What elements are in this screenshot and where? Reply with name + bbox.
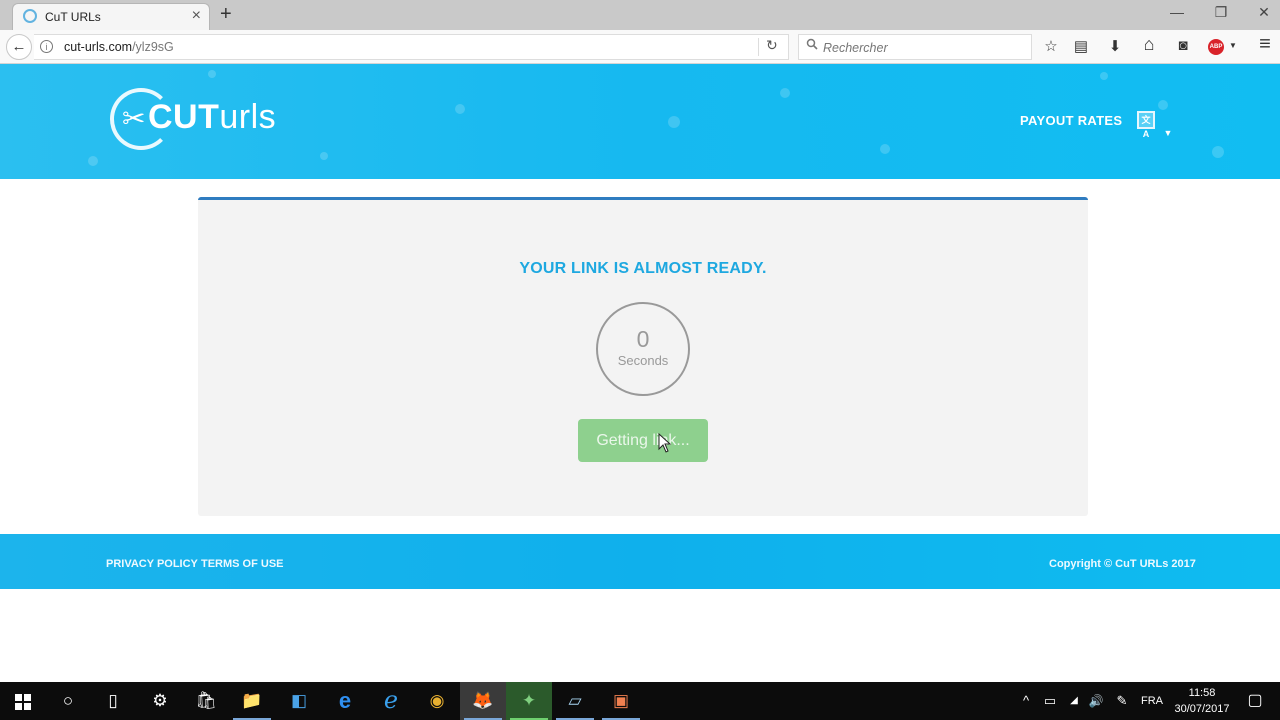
file-explorer-icon: 📁 xyxy=(241,691,263,710)
pocket-icon[interactable]: ◙ xyxy=(1173,37,1193,54)
task-view-button[interactable]: ▯ xyxy=(90,682,136,720)
close-tab-icon[interactable]: × xyxy=(192,7,201,25)
taskbar-presentation-icon[interactable]: ▣ xyxy=(598,682,644,720)
start-button[interactable] xyxy=(0,682,46,720)
decor-dot xyxy=(455,104,465,114)
volume-icon[interactable]: 🔊 xyxy=(1086,682,1106,720)
url-domain: cut-urls.com xyxy=(64,40,133,54)
download-icon[interactable]: ⬇ xyxy=(1105,37,1125,55)
language-icon: 文A xyxy=(1137,111,1155,139)
close-window-button[interactable]: ✕ xyxy=(1249,4,1279,21)
taskbar-edge-icon[interactable]: e xyxy=(322,682,368,720)
decor-dot xyxy=(780,88,790,98)
clock-date: 30/07/2017 xyxy=(1174,703,1230,715)
minimize-button[interactable]: — xyxy=(1162,4,1192,20)
decor-dot xyxy=(320,152,328,160)
payout-rates-link[interactable]: PAYOUT RATES xyxy=(1020,113,1122,128)
decor-dot xyxy=(88,156,98,166)
site-footer: PRIVACY POLICY TERMS OF USE Copyright © … xyxy=(0,534,1280,589)
address-bar[interactable]: i cut-urls.com/ylz9sG ↻ xyxy=(34,34,789,60)
new-tab-button[interactable]: + xyxy=(220,3,232,26)
taskbar-ie-icon[interactable]: ℯ xyxy=(368,682,414,720)
timer-unit: Seconds xyxy=(617,353,669,368)
taskbar-file-explorer-icon[interactable]: 📁 xyxy=(229,682,275,720)
decor-dot xyxy=(208,70,216,78)
decor-dot xyxy=(1100,72,1108,80)
back-button[interactable]: ← xyxy=(6,34,32,60)
language-indicator[interactable]: FRA xyxy=(1138,682,1166,720)
download-manager-icon: ✦ xyxy=(521,691,537,710)
windows-taskbar: ○ ▯ ⚙ 🛍 📁 ◧ e ℯ ◉ 🦊 ✦ ▱ ▣ ^ ▭ ◢ 🔊 ✎ FRA … xyxy=(0,682,1280,720)
windows-logo-icon xyxy=(15,693,31,710)
decor-dot xyxy=(668,116,680,128)
wifi-icon[interactable]: ◢ xyxy=(1064,682,1084,720)
tab-title: CuT URLs xyxy=(45,10,101,24)
taskbar-blue-app-icon[interactable]: ◧ xyxy=(276,682,322,720)
language-selector[interactable]: 文A ▼ xyxy=(1137,111,1172,142)
firefox-icon: 🦊 xyxy=(472,691,494,710)
restore-button[interactable]: ❐ xyxy=(1206,4,1236,21)
search-bar[interactable]: Rechercher xyxy=(798,34,1032,60)
search-placeholder: Rechercher xyxy=(823,41,888,55)
mouse-cursor-icon xyxy=(658,433,672,453)
reading-list-icon[interactable]: ▤ xyxy=(1071,37,1091,55)
decor-dot xyxy=(880,144,890,154)
adblock-dropdown-icon[interactable]: ▼ xyxy=(1223,41,1243,50)
taskbar-firefox-icon[interactable]: 🦊 xyxy=(460,682,506,720)
caret-down-icon: ▼ xyxy=(1163,127,1173,138)
cortana-search-button[interactable]: ○ xyxy=(45,682,91,720)
logo-text-bold: CUT xyxy=(148,98,220,136)
browser-nav-bar: ← i cut-urls.com/ylz9sG ↻ Rechercher ☆ ▤… xyxy=(0,30,1280,64)
notifications-icon[interactable]: ▢ xyxy=(1244,682,1266,720)
logo-text-light: urls xyxy=(219,98,277,136)
battery-icon[interactable]: ▭ xyxy=(1040,682,1060,720)
countdown-timer: 0 Seconds xyxy=(596,302,690,396)
get-link-button[interactable]: Getting link... xyxy=(578,419,708,462)
url-path: /ylz9sG xyxy=(132,40,174,54)
copyright-text: Copyright © CuT URLs 2017 xyxy=(1049,558,1196,570)
taskbar-store-icon[interactable]: 🛍 xyxy=(183,682,229,720)
pen-icon[interactable]: ✎ xyxy=(1112,682,1132,720)
logo-text: CUTurls xyxy=(148,98,276,137)
info-icon[interactable]: i xyxy=(40,40,53,53)
clock-time: 11:58 xyxy=(1188,687,1216,699)
decor-dot xyxy=(1158,100,1168,110)
decor-dot xyxy=(1212,146,1224,158)
menu-icon[interactable]: ≡ xyxy=(1255,33,1275,56)
privacy-policy-link[interactable]: PRIVACY POLICY xyxy=(106,558,198,570)
timer-value: 0 xyxy=(636,326,650,352)
page-title: YOUR LINK IS ALMOST READY. xyxy=(519,260,767,277)
scissors-icon: ✂ xyxy=(122,103,146,134)
presentation-icon: ▣ xyxy=(612,691,630,710)
reload-icon[interactable]: ↻ xyxy=(766,37,778,54)
notepad-icon: ▱ xyxy=(568,691,582,710)
browser-tab-bar: CuT URLs × + — ❐ ✕ xyxy=(0,0,1280,30)
clock[interactable]: 11:58 30/07/2017 xyxy=(1168,685,1236,717)
url-text[interactable]: cut-urls.com/ylz9sG xyxy=(64,40,174,54)
taskbar-notepad-icon[interactable]: ▱ xyxy=(552,682,598,720)
tray-chevron-icon[interactable]: ^ xyxy=(1016,682,1036,720)
terms-of-use-link[interactable]: TERMS OF USE xyxy=(201,558,284,570)
taskbar-download-manager-icon[interactable]: ✦ xyxy=(506,682,552,720)
taskbar-settings-icon[interactable]: ⚙ xyxy=(137,682,183,720)
search-icon xyxy=(806,38,818,53)
browser-tab[interactable]: CuT URLs × xyxy=(12,3,210,30)
url-divider xyxy=(758,38,759,56)
home-icon[interactable]: ⌂ xyxy=(1139,34,1159,55)
bookmark-star-icon[interactable]: ☆ xyxy=(1041,37,1061,55)
taskbar-chrome-icon[interactable]: ◉ xyxy=(414,682,460,720)
adblock-icon[interactable]: ABP xyxy=(1208,39,1224,55)
site-favicon-icon xyxy=(23,9,37,23)
site-header: ✂ CUTurls PAYOUT RATES 文A ▼ xyxy=(0,64,1280,179)
link-ready-card: YOUR LINK IS ALMOST READY. 0 Seconds Get… xyxy=(198,197,1088,516)
